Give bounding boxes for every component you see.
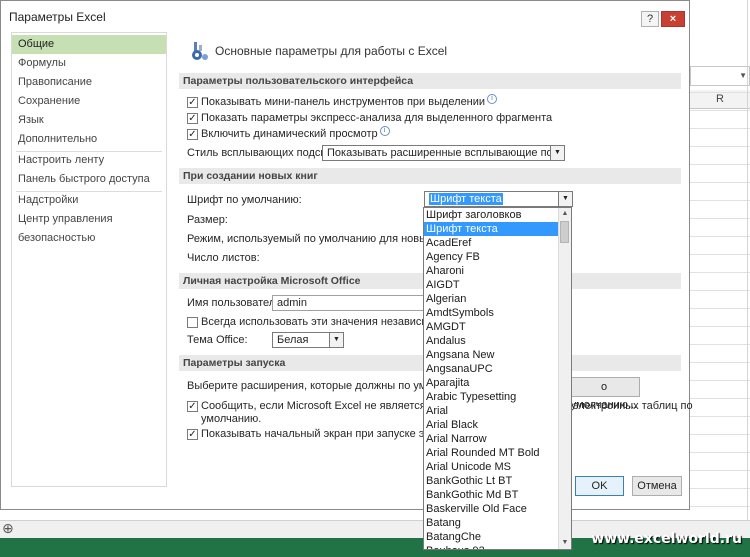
font-option[interactable]: Andalus [424,334,559,348]
chevron-down-icon[interactable]: ▼ [550,146,564,160]
font-option[interactable]: Arabic Typesetting [424,390,559,404]
notify-default-label-cont: умолчанию. [201,413,262,425]
help-button[interactable]: ? [641,11,659,27]
screentip-style-select[interactable]: Показывать расширенные всплывающие подск… [322,145,565,161]
always-use-checkbox[interactable] [187,317,198,328]
window-edge [747,0,748,557]
office-theme-label: Тема Office: [187,334,248,346]
sheet-grid[interactable] [690,92,750,517]
scroll-up-icon[interactable]: ▲ [559,208,571,220]
chevron-down-icon[interactable]: ▼ [329,333,343,347]
close-button[interactable]: × [661,11,685,27]
office-theme-select[interactable]: Белая ▼ [272,332,344,348]
nav-item-addins[interactable]: Надстройки [12,191,166,210]
nav-item-trust-center[interactable]: Центр управления безопасностью [12,210,166,244]
dialog-title: Параметры Excel [9,10,106,24]
nav-item-language[interactable]: Язык [12,111,166,130]
font-size-label: Размер: [187,214,228,226]
live-preview-label[interactable]: Включить динамический просмотр i [201,126,390,142]
font-option[interactable]: AIGDT [424,278,559,292]
font-option[interactable]: Agency FB [424,250,559,264]
font-option[interactable]: BankGothic Lt BT [424,474,559,488]
font-option[interactable]: Arial [424,404,559,418]
default-font-select[interactable]: Шрифт текста ▼ [424,191,573,207]
info-icon[interactable]: i [379,126,390,136]
start-screen-checkbox[interactable]: ✓ [187,429,198,440]
scroll-thumb[interactable] [560,221,569,243]
options-gear-icon [192,42,208,60]
font-options: Шрифт заголовков Шрифт текста AcadEref Agen… [424,208,559,549]
section-ui-options: Параметры пользовательского интерфейса [179,73,681,89]
name-box[interactable]: ▼ [690,66,750,86]
nav-item-general[interactable]: Общие [12,35,166,54]
section-new-workbooks: При создании новых книг [179,168,681,184]
default-font-label: Шрифт по умолчанию: [187,194,302,206]
font-option[interactable]: AmdtSymbols [424,306,559,320]
font-option[interactable]: Arial Rounded MT Bold [424,446,559,460]
nav-item-customize-ribbon[interactable]: Настроить ленту [12,151,166,170]
font-option[interactable]: Aparajita [424,376,559,390]
titlebar: Параметры Excel ? × [1,1,689,31]
cancel-button[interactable]: Отмена [632,476,682,496]
font-option[interactable]: Bauhaus 93 [424,544,559,549]
font-option[interactable]: BatangChe [424,530,559,544]
font-option[interactable]: AngsanaUPC [424,362,559,376]
font-option[interactable]: Шрифт текста [424,222,559,236]
live-preview-checkbox[interactable]: ✓ [187,129,198,140]
quick-analysis-label[interactable]: Показать параметры экспресс-анализа для … [201,110,552,126]
quick-analysis-checkbox[interactable]: ✓ [187,113,198,124]
excel-options-dialog: Параметры Excel ? × Общие Формулы Правоп… [0,0,693,510]
font-dropdown-list[interactable]: Шрифт заголовков Шрифт текста AcadEref Agen… [423,207,572,550]
sheet-count-label: Число листов: [187,252,260,264]
nav-item-advanced[interactable]: Дополнительно [12,130,166,149]
scroll-down-icon[interactable]: ▼ [559,537,571,549]
add-sheet-icon[interactable]: ⊕ [2,520,14,537]
nav-item-formulas[interactable]: Формулы [12,54,166,73]
username-label: Имя пользователя: [187,297,285,309]
mini-toolbar-label[interactable]: Показывать мини-панель инструментов при … [201,94,498,110]
default-programs-button[interactable]: о умолчанию... [568,377,640,411]
options-nav: Общие Формулы Правописание Сохранение Яз… [11,32,167,487]
nav-item-save[interactable]: Сохранение [12,92,166,111]
default-font-value: Шрифт текста [429,193,503,205]
font-option[interactable]: AMGDT [424,320,559,334]
chevron-down-icon[interactable]: ▼ [558,192,572,206]
mini-toolbar-checkbox[interactable]: ✓ [187,97,198,108]
font-option[interactable]: Шрифт заголовков [424,208,559,222]
screentip-style-value: Показывать расширенные всплывающие подск… [327,147,565,159]
notify-default-label-tail: электронных таблиц по [573,400,693,412]
dropdown-scrollbar[interactable]: ▲ ▼ [558,208,571,549]
font-option[interactable]: AcadEref [424,236,559,250]
font-option[interactable]: Arial Narrow [424,432,559,446]
font-option[interactable]: Arial Unicode MS [424,460,559,474]
chevron-down-icon: ▼ [739,71,747,80]
font-option[interactable]: Arial Black [424,418,559,432]
font-option[interactable]: BankGothic Md BT [424,488,559,502]
font-option[interactable]: Angsana New [424,348,559,362]
watermark: www.excelworld.ru [591,531,742,547]
nav-item-quick-access[interactable]: Панель быстрого доступа [12,170,166,189]
font-option[interactable]: Batang [424,516,559,530]
notify-default-checkbox[interactable]: ✓ [187,401,198,412]
nav-item-proofing[interactable]: Правописание [12,73,166,92]
ok-button[interactable]: OK [575,476,624,496]
font-option[interactable]: Algerian [424,292,559,306]
office-theme-value: Белая [277,334,309,346]
panel-title: Основные параметры для работы с Excel [215,44,448,58]
username-input[interactable]: admin [272,295,424,311]
font-option[interactable]: Baskerville Old Face [424,502,559,516]
font-option[interactable]: Aharoni [424,264,559,278]
info-icon[interactable]: i [487,94,498,104]
